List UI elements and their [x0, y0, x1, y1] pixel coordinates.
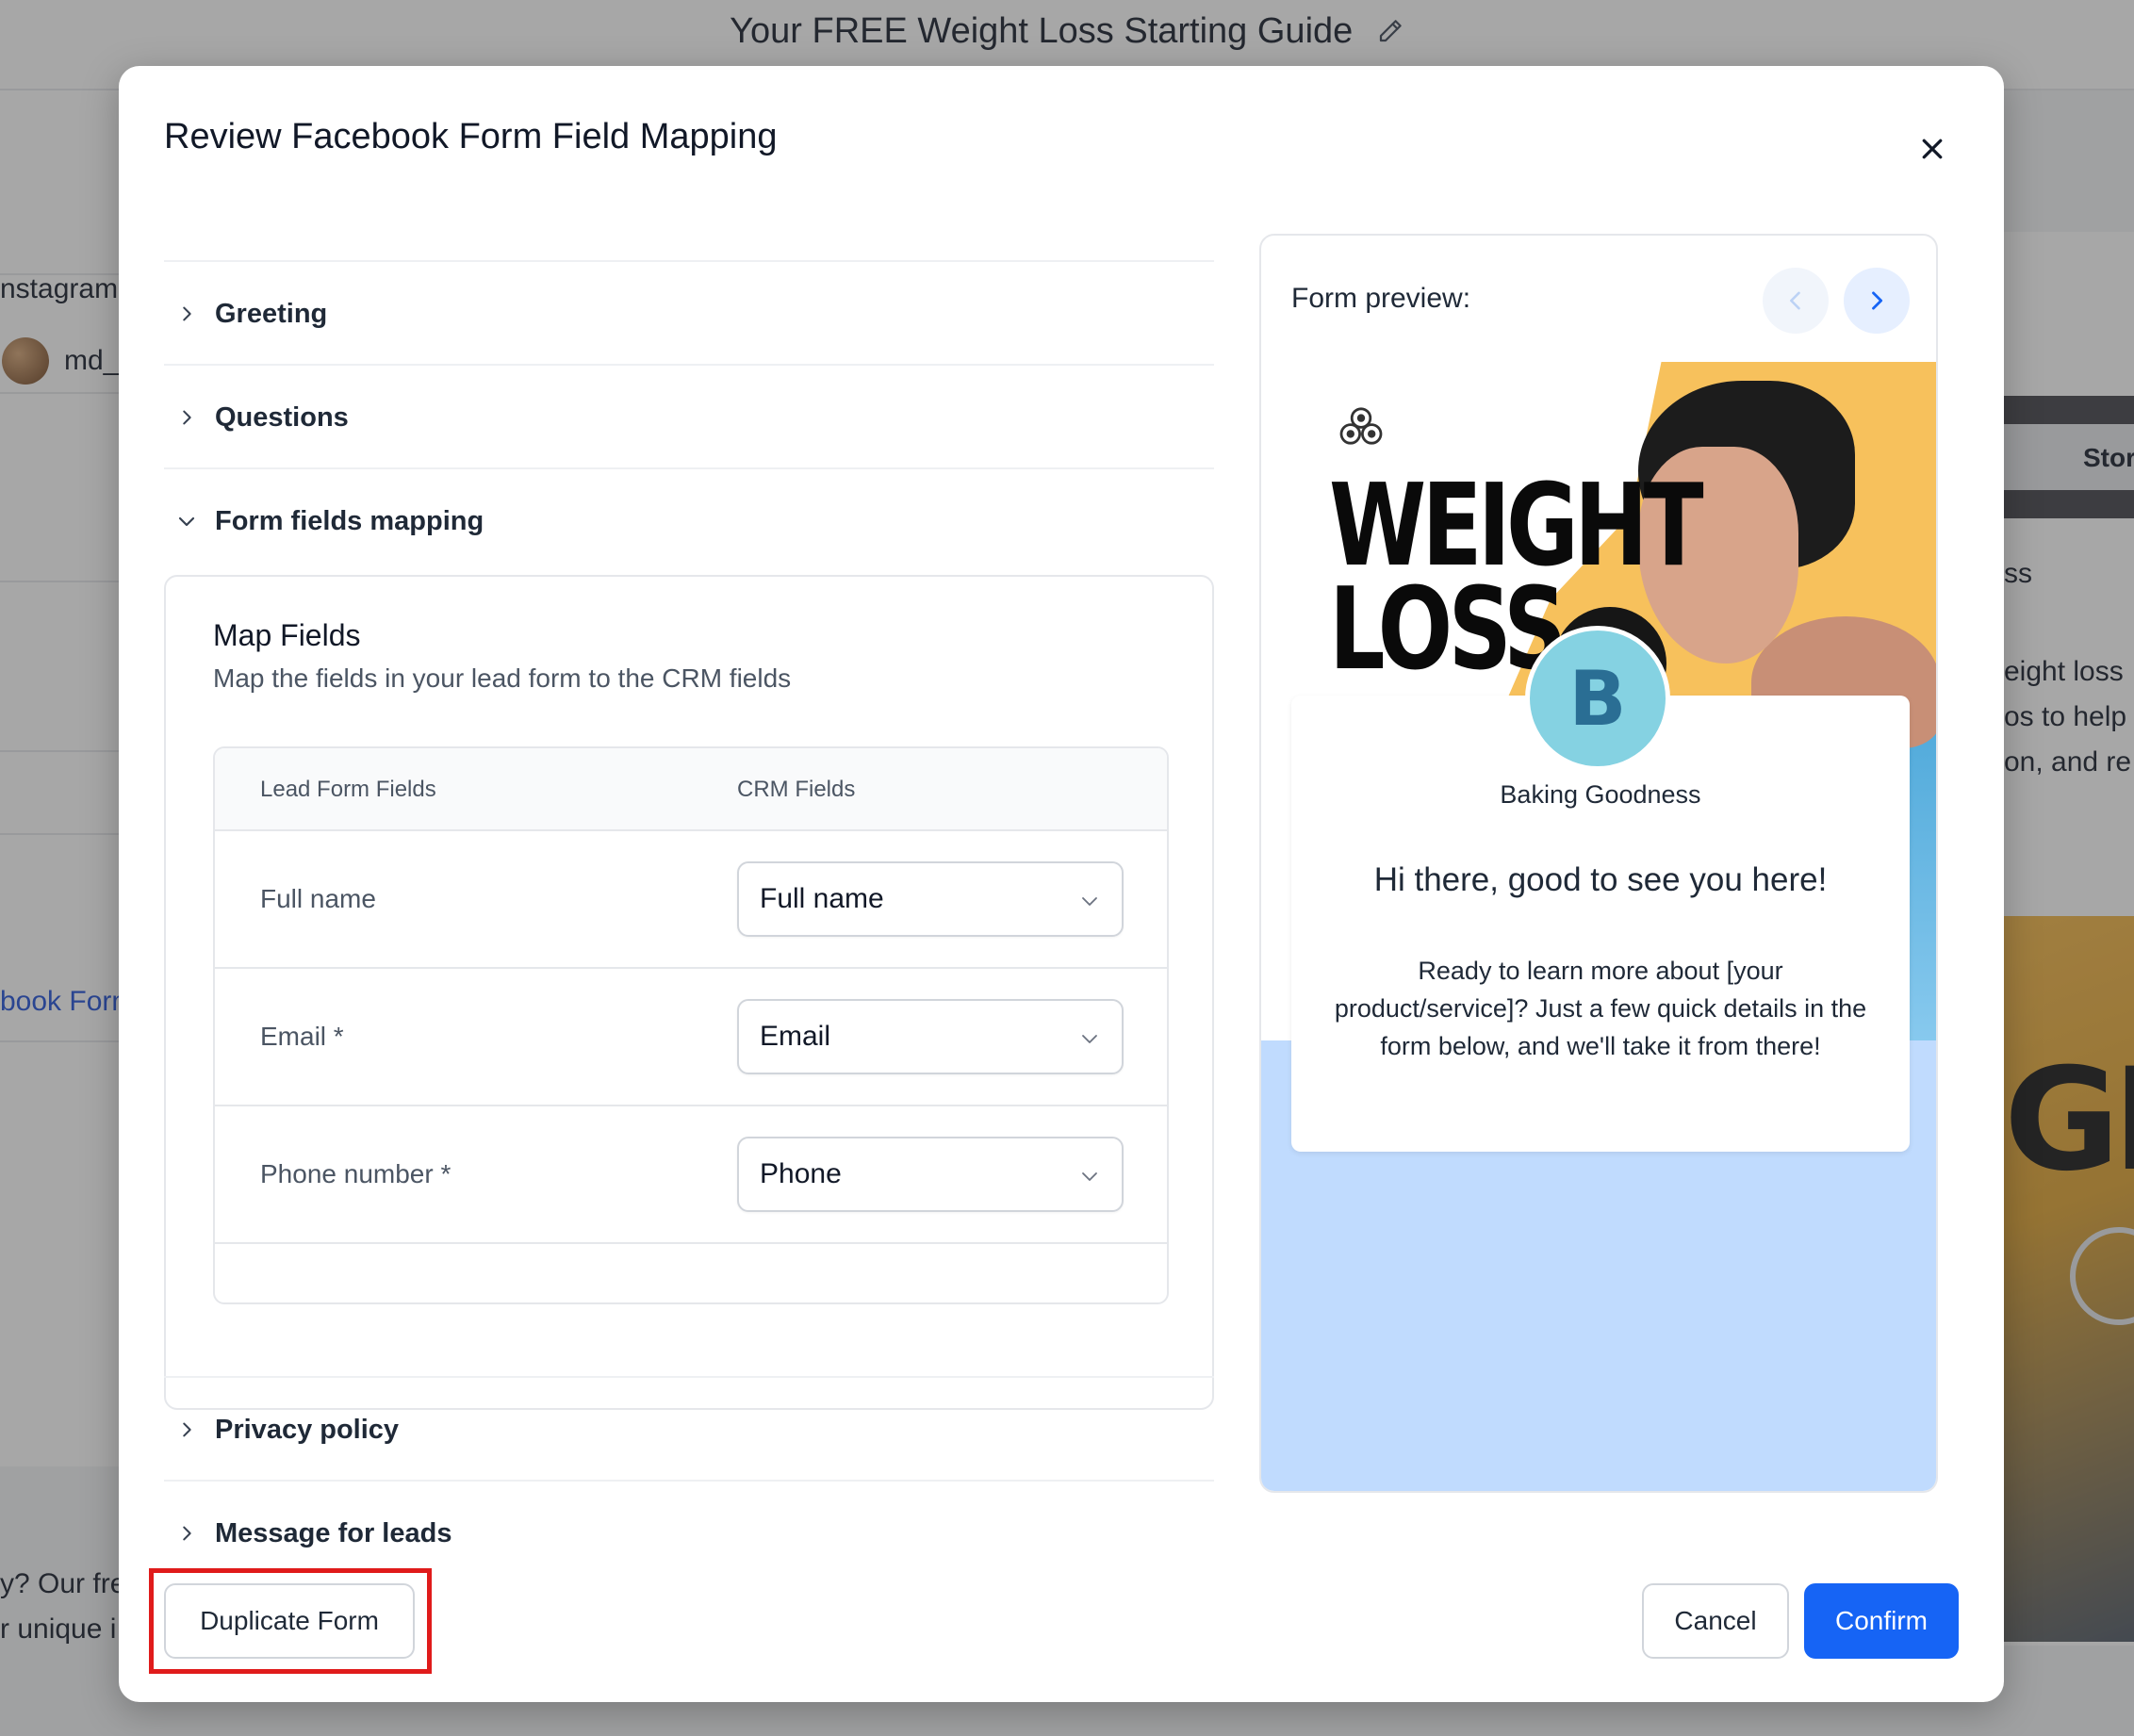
column-header-crm-fields: CRM Fields: [737, 777, 856, 802]
dropdown-arrow-icon: [1082, 1035, 1097, 1043]
lead-field-label: Email *: [260, 1022, 344, 1051]
section-privacy-policy-label: Privacy policy: [215, 1414, 400, 1445]
brand-avatar: B: [1525, 626, 1670, 771]
table-row: Email * Email: [215, 969, 1167, 1106]
chevron-right-icon: [168, 399, 205, 436]
section-questions-header[interactable]: Questions: [164, 366, 1214, 469]
cancel-button[interactable]: Cancel: [1642, 1583, 1789, 1659]
dropdown-arrow-icon: [1082, 897, 1097, 906]
table-row: Full name Full name: [215, 831, 1167, 969]
lead-field-label: Full name: [260, 884, 376, 913]
section-greeting: Greeting: [164, 260, 1214, 364]
chevron-right-icon: [1872, 291, 1883, 310]
modal-title: Review Facebook Form Field Mapping: [164, 117, 778, 156]
crm-field-select-full-name[interactable]: Full name: [737, 861, 1124, 937]
brand-logo-icon: [1339, 407, 1383, 445]
chevron-left-icon: [1790, 291, 1800, 310]
chevron-right-icon: [168, 1411, 205, 1449]
preview-next-button[interactable]: [1844, 268, 1910, 334]
form-preview-panel: Form preview: WEIGHT LOSS B Baking Goodn…: [1259, 234, 1938, 1493]
chevron-right-icon: [168, 295, 205, 333]
section-questions-label: Questions: [215, 401, 349, 433]
lead-field-label: Phone number *: [260, 1159, 451, 1188]
section-questions: Questions: [164, 364, 1214, 467]
map-fields-subtitle: Map the fields in your lead form to the …: [213, 663, 792, 693]
select-value: Email: [760, 1021, 831, 1052]
preview-greeting-headline: Hi there, good to see you here!: [1373, 861, 1828, 898]
section-greeting-header[interactable]: Greeting: [164, 262, 1214, 366]
field-mapping-modal: Review Facebook Form Field Mapping Greet…: [119, 66, 2004, 1702]
preview-greeting-description: Ready to learn more about [your product/…: [1334, 957, 1867, 1060]
brand-name: Baking Goodness: [1500, 780, 1701, 809]
section-privacy-policy: Privacy policy: [164, 1376, 1214, 1480]
crm-field-select-email[interactable]: Email: [737, 999, 1124, 1074]
chevron-down-icon: [168, 502, 205, 540]
hero-headline-line1: WEIGHT: [1329, 461, 1704, 592]
section-message-for-leads-label: Message for leads: [215, 1517, 452, 1548]
duplicate-form-button[interactable]: Duplicate Form: [164, 1583, 415, 1659]
close-icon: [1922, 139, 1943, 159]
column-header-lead-form-fields: Lead Form Fields: [260, 777, 436, 802]
section-privacy-policy-header[interactable]: Privacy policy: [164, 1378, 1214, 1482]
form-preview-label: Form preview:: [1291, 283, 1471, 314]
map-fields-title: Map Fields: [213, 618, 361, 652]
confirm-button[interactable]: Confirm: [1804, 1583, 1959, 1659]
chevron-right-icon: [168, 1515, 205, 1552]
section-greeting-label: Greeting: [215, 298, 328, 329]
dropdown-arrow-icon: [1082, 1172, 1097, 1181]
table-header: Lead Form Fields CRM Fields: [215, 748, 1167, 831]
select-value: Full name: [760, 883, 884, 914]
field-mapping-table: Lead Form Fields CRM Fields Full name Fu…: [213, 746, 1169, 1304]
map-fields-card: Map Fields Map the fields in your lead f…: [164, 575, 1214, 1410]
preview-prev-button[interactable]: [1763, 268, 1829, 334]
section-form-fields-mapping: Form fields mapping: [164, 467, 1214, 571]
crm-field-select-phone[interactable]: Phone: [737, 1137, 1124, 1212]
section-form-fields-mapping-label: Form fields mapping: [215, 505, 484, 536]
section-form-fields-mapping-header[interactable]: Form fields mapping: [164, 469, 1214, 573]
select-value: Phone: [760, 1158, 842, 1189]
close-button[interactable]: [1908, 124, 1957, 173]
table-row: Phone number * Phone: [215, 1106, 1167, 1244]
